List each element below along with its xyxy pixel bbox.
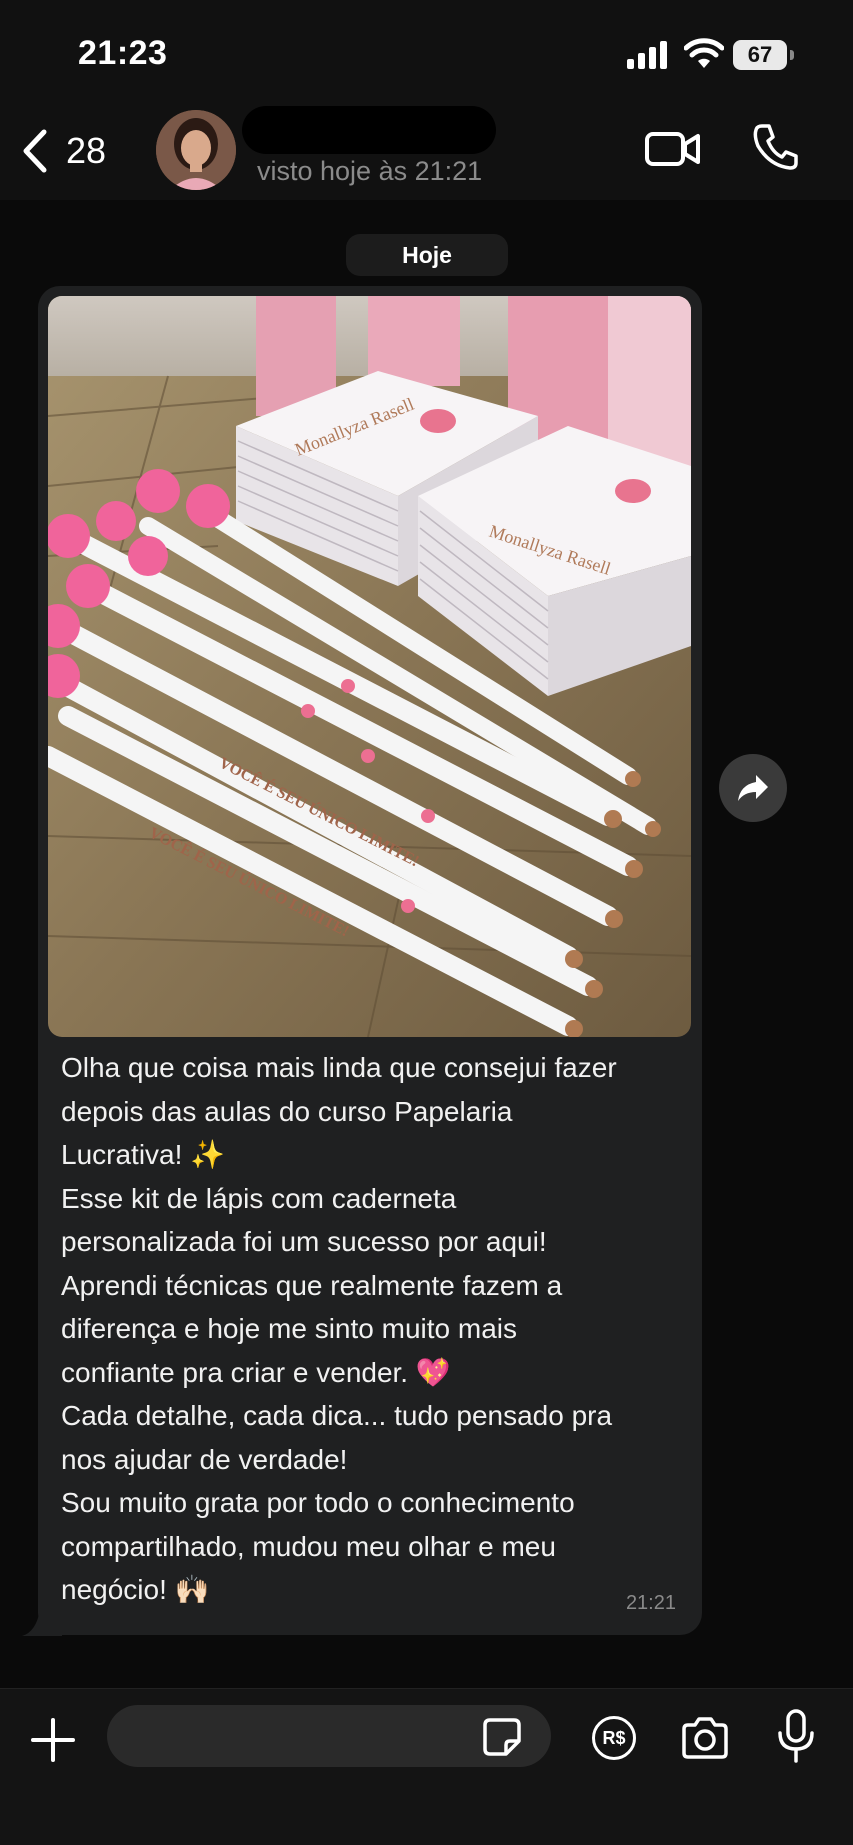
chat-area[interactable]: Hoje VOCÊ É SEU ÚNICO LIMITE! VOCÊ É SEU… bbox=[0, 200, 853, 1688]
message-timestamp: 21:21 bbox=[625, 1592, 676, 1614]
message-text: Olha que coisa mais linda que consejui f… bbox=[61, 1052, 617, 1605]
input-bar: R$ bbox=[0, 1688, 853, 1845]
status-bar: 21:23 67 bbox=[0, 0, 853, 100]
camera-icon[interactable] bbox=[680, 1717, 730, 1759]
message-photo[interactable]: VOCÊ É SEU ÚNICO LIMITE! VOCÊ É SEU ÚNIC… bbox=[48, 296, 691, 1037]
chat-header: 28 visto hoje às 21:21 bbox=[0, 100, 853, 200]
battery-tip bbox=[790, 50, 794, 60]
wifi-icon bbox=[684, 38, 724, 68]
back-button[interactable]: 28 bbox=[20, 124, 106, 178]
pencils-notebooks-photo: VOCÊ É SEU ÚNICO LIMITE! VOCÊ É SEU ÚNIC… bbox=[48, 296, 691, 1037]
date-chip: Hoje bbox=[346, 234, 508, 276]
last-seen-status: visto hoje às 21:21 bbox=[257, 156, 483, 186]
back-chevron-icon bbox=[23, 129, 47, 173]
message-bubble[interactable]: VOCÊ É SEU ÚNICO LIMITE! VOCÊ É SEU ÚNIC… bbox=[38, 286, 702, 1635]
signal-icon bbox=[627, 41, 667, 69]
bubble-tail bbox=[22, 1610, 62, 1636]
forward-button[interactable] bbox=[719, 754, 787, 822]
payment-button[interactable]: R$ bbox=[592, 1716, 636, 1760]
forward-arrow-icon bbox=[738, 775, 768, 801]
phone-icon[interactable] bbox=[752, 122, 798, 172]
battery-level: 67 bbox=[733, 40, 787, 70]
microphone-icon[interactable] bbox=[776, 1709, 816, 1763]
video-call-icon[interactable] bbox=[644, 124, 702, 174]
contact-name-redacted[interactable] bbox=[242, 106, 496, 154]
contact-avatar[interactable] bbox=[156, 110, 236, 190]
battery-icon: 67 bbox=[733, 40, 795, 70]
sticker-icon[interactable] bbox=[482, 1717, 522, 1757]
avatar-photo bbox=[156, 110, 236, 190]
plus-icon[interactable] bbox=[30, 1717, 76, 1763]
status-time: 21:23 bbox=[78, 34, 168, 72]
unread-count: 28 bbox=[66, 130, 107, 171]
